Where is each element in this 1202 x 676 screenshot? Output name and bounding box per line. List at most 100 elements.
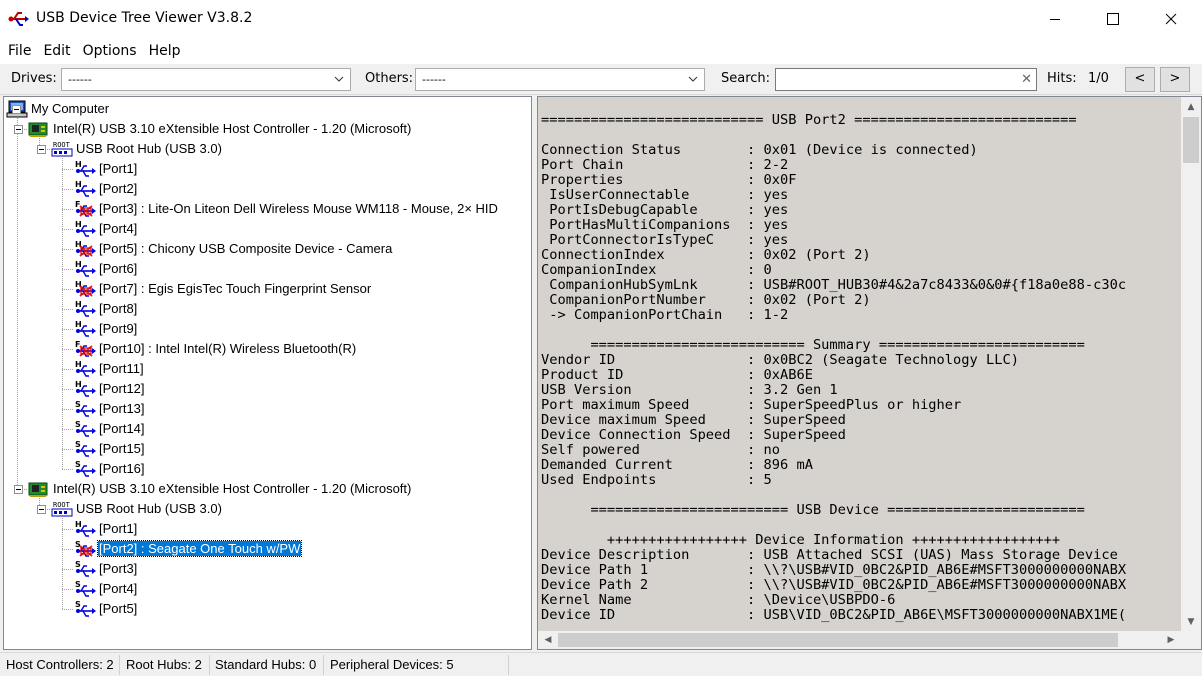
maximize-icon [1107,13,1119,25]
maximize-button[interactable] [1084,0,1142,38]
tree-node-label: [Port1] [99,521,138,536]
svg-text:S: S [75,400,81,409]
hits-value: 1/0 [1088,71,1109,86]
title-bar[interactable]: USB Device Tree Viewer V3.8.2 [0,0,1202,38]
search-label: Search: [721,71,771,86]
tree-connector-line [62,309,73,310]
svg-text:S: S [75,540,81,549]
tree-connector-line [62,549,73,550]
tree-node-label: [Port2] : Seagate One Touch w/PW [96,540,303,557]
tree-connector-line [62,349,73,350]
svg-text:F: F [75,200,80,209]
horizontal-scroll-thumb[interactable] [558,633,1118,647]
tree-connector-line [62,329,73,330]
tree-connector-line [62,569,73,570]
drives-select[interactable]: ------ [61,68,351,91]
svg-text:F: F [75,340,80,349]
tree-connector-line [62,469,73,470]
svg-text:H: H [75,520,82,529]
tree-connector-line [62,389,73,390]
collapse-icon[interactable] [37,145,46,154]
svg-text:ROOT: ROOT [53,141,71,149]
tree-node-label: [Port3] : Lite-On Liteon Dell Wireless M… [99,201,498,216]
tree-connector-line [62,189,73,190]
window-title: USB Device Tree Viewer V3.8.2 [36,10,253,26]
menu-edit[interactable]: Edit [37,43,76,59]
close-icon [1165,13,1177,25]
search-input[interactable]: ✕ [775,68,1037,91]
drives-select-value: ------ [68,73,92,86]
scroll-left-icon[interactable]: ◀ [538,631,558,649]
tree-node-label: [Port15] [99,441,145,456]
svg-text:S: S [75,560,81,569]
tree-connector-line [62,289,73,290]
svg-text:S: S [75,600,81,609]
menu-help[interactable]: Help [143,43,187,59]
svg-text:H: H [75,380,82,389]
chevron-down-icon [688,76,698,82]
tree-connector-line [62,518,63,609]
tree-connector-line [62,529,73,530]
vertical-scroll-thumb[interactable] [1183,117,1199,163]
status-separator [119,655,120,675]
tree-node-label: [Port4] [99,581,138,596]
minimize-button[interactable] [1026,0,1084,38]
svg-text:H: H [75,220,82,229]
vertical-scrollbar[interactable]: ▲ ▼ [1181,97,1201,632]
scrollbar-corner [1181,631,1201,649]
collapse-icon[interactable] [14,125,23,134]
status-root-hubs: Root Hubs: 2 [126,657,202,672]
tree-node-label: [Port14] [99,421,145,436]
others-select[interactable]: ------ [415,68,705,91]
scroll-right-icon[interactable]: ▶ [1161,631,1181,649]
status-separator [508,655,509,675]
tree-node-label: [Port16] [99,461,145,476]
tree-node-label: [Port2] [99,181,138,196]
tree-connector-line [62,169,73,170]
collapse-icon[interactable] [12,105,21,114]
tree-connector-line [62,249,73,250]
collapse-icon[interactable] [14,485,23,494]
svg-text:S: S [75,440,81,449]
tree-connector-line [62,589,73,590]
tree-node-label: [Port3] [99,561,138,576]
tree-node-label: [Port10] : Intel Intel(R) Wireless Bluet… [99,341,357,356]
tree-node-label: My Computer [31,101,110,116]
tree-connector-line [62,609,73,610]
previous-hit-button[interactable]: < [1125,67,1155,92]
tree-node-label: USB Root Hub (USB 3.0) [76,501,222,516]
others-select-value: ------ [422,73,446,86]
close-button[interactable] [1142,0,1200,38]
next-hit-button[interactable]: > [1160,67,1190,92]
device-tree[interactable]: My Computer Intel(R) USB 3.10 eXtensible … [3,96,532,650]
detail-text[interactable]: =========================== USB Port2 ==… [541,113,1177,633]
tree-connector-line [62,409,73,410]
clear-search-icon[interactable]: ✕ [1021,72,1032,87]
tree-node-label: [Port5] [99,601,138,616]
tree-node-label: USB Root Hub (USB 3.0) [76,141,222,156]
svg-text:H: H [75,160,82,169]
scroll-down-icon[interactable]: ▼ [1181,612,1201,632]
tree-node-label: [Port13] [99,401,145,416]
tree-node-label: [Port6] [99,261,138,276]
menu-options[interactable]: Options [77,43,143,59]
tree-connector-line [62,158,63,469]
minimize-icon [1050,19,1060,20]
status-bar: Host Controllers: 2 Root Hubs: 2 Standar… [0,652,1202,676]
svg-text:S: S [75,580,81,589]
svg-text:S: S [75,420,81,429]
chevron-down-icon [334,76,344,82]
menu-file[interactable]: File [2,43,37,59]
svg-text:H: H [75,360,82,369]
detail-panel[interactable]: =========================== USB Port2 ==… [537,96,1202,650]
tree-connector-line [62,269,73,270]
tree-node-label: [Port4] [99,221,138,236]
svg-text:H: H [75,260,82,269]
scroll-up-icon[interactable]: ▲ [1181,97,1201,117]
status-peripheral-devices: Peripheral Devices: 5 [330,657,454,672]
usb-tree-app-icon [8,12,29,26]
collapse-icon[interactable] [37,505,46,514]
tree-node-label: [Port7] : Egis EgisTec Touch Fingerprint… [99,281,372,296]
horizontal-scrollbar[interactable]: ◀ ▶ [538,631,1181,649]
tree-connector-line [62,369,73,370]
